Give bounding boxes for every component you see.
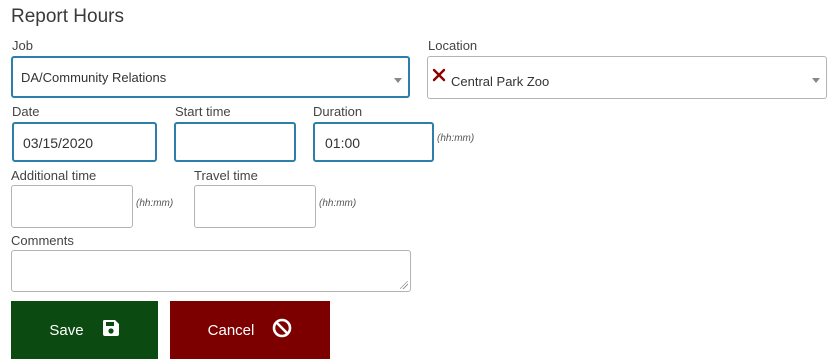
additional-time-input[interactable] [11, 185, 133, 228]
save-button-label: Save [49, 321, 84, 339]
comments-textarea[interactable] [11, 250, 411, 292]
duration-label: Duration [313, 104, 363, 119]
cancel-button[interactable]: Cancel [170, 301, 330, 359]
comments-label: Comments [11, 233, 74, 248]
date-label: Date [12, 104, 40, 119]
duration-hint: (hh:mm) [437, 133, 475, 144]
chevron-down-icon [812, 78, 820, 83]
date-input[interactable]: 03/15/2020 [12, 122, 157, 162]
floppy-disk-icon [102, 319, 120, 341]
start-time-label: Start time [175, 104, 231, 119]
resize-handle[interactable] [400, 281, 408, 289]
job-select[interactable]: DA/Community Relations [11, 56, 410, 98]
duration-input[interactable]: 01:00 [313, 122, 434, 162]
save-button[interactable]: Save [11, 301, 158, 359]
chevron-down-icon [394, 78, 402, 83]
job-selected-value: DA/Community Relations [21, 70, 167, 85]
clear-x-icon[interactable] [432, 68, 446, 87]
travel-time-hint: (hh:mm) [319, 198, 357, 209]
date-value: 03/15/2020 [23, 135, 94, 151]
start-time-input[interactable] [174, 122, 296, 162]
duration-value: 01:00 [325, 135, 361, 151]
location-label: Location [428, 38, 478, 53]
page-title: Report Hours [11, 6, 124, 27]
additional-time-hint: (hh:mm) [136, 198, 174, 209]
no-entry-icon [272, 318, 292, 342]
location-select[interactable]: Central Park Zoo [427, 56, 827, 99]
additional-time-label: Additional time [11, 168, 97, 183]
job-label: Job [12, 38, 33, 53]
location-selected-value: Central Park Zoo [451, 74, 550, 89]
travel-time-input[interactable] [194, 185, 316, 228]
travel-time-label: Travel time [194, 168, 258, 183]
cancel-button-label: Cancel [207, 321, 255, 339]
